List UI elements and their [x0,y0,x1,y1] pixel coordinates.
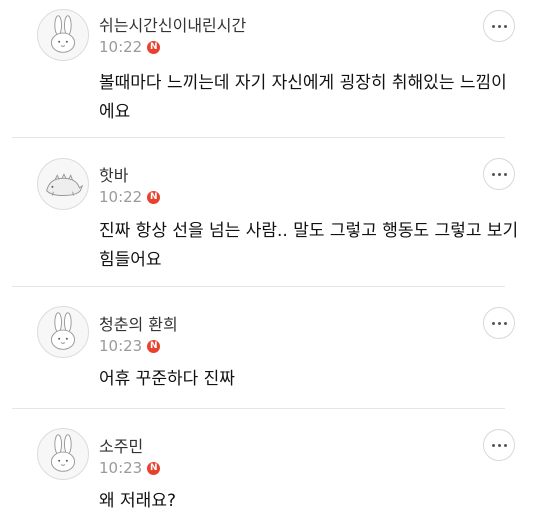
more-icon [491,443,507,447]
divider [12,286,505,287]
avatar[interactable] [37,306,89,358]
comment-text: 볼때마다 느끼는데 자기 자신에게 굉장히 취해있는 느낌이에요 [99,73,507,122]
more-options-button[interactable] [483,429,515,461]
more-icon [491,172,507,176]
comment-text: 진짜 항상 선을 넘는 사람.. 말도 그렇고 행동도 그렇고 보기 힘들어요 [99,221,519,270]
time-text: 10:23 [99,337,143,355]
timestamp: 10:22 N [99,38,161,56]
divider [12,408,505,409]
new-badge: N [147,461,161,475]
new-badge: N [147,339,161,353]
new-badge: N [147,190,161,204]
timestamp: 10:23 N [99,337,161,355]
bunny-icon [50,15,76,53]
time-text: 10:23 [99,459,143,477]
new-badge: N [147,40,161,54]
username[interactable]: 핫바 [99,162,128,186]
dinosaur-icon [46,173,84,197]
comment-text: 왜 저래요? [99,491,176,511]
more-options-button[interactable] [483,10,515,42]
comment-text: 어휴 꾸준하다 진짜 [99,369,235,389]
more-options-button[interactable] [483,158,515,190]
more-icon [491,24,507,28]
username[interactable]: 쉬는시간신이내린시간 [99,12,246,36]
timestamp: 10:23 N [99,459,161,477]
more-icon [491,321,507,325]
timestamp: 10:22 N [99,188,161,206]
divider [12,137,505,138]
username[interactable]: 소주민 [99,433,143,457]
more-options-button[interactable] [483,307,515,339]
bunny-icon [50,312,76,350]
bunny-icon [50,434,76,472]
time-text: 10:22 [99,38,143,56]
avatar[interactable] [37,428,89,480]
username[interactable]: 청춘의 환희 [99,311,178,335]
avatar[interactable] [37,9,89,61]
time-text: 10:22 [99,188,143,206]
avatar[interactable] [37,158,89,210]
